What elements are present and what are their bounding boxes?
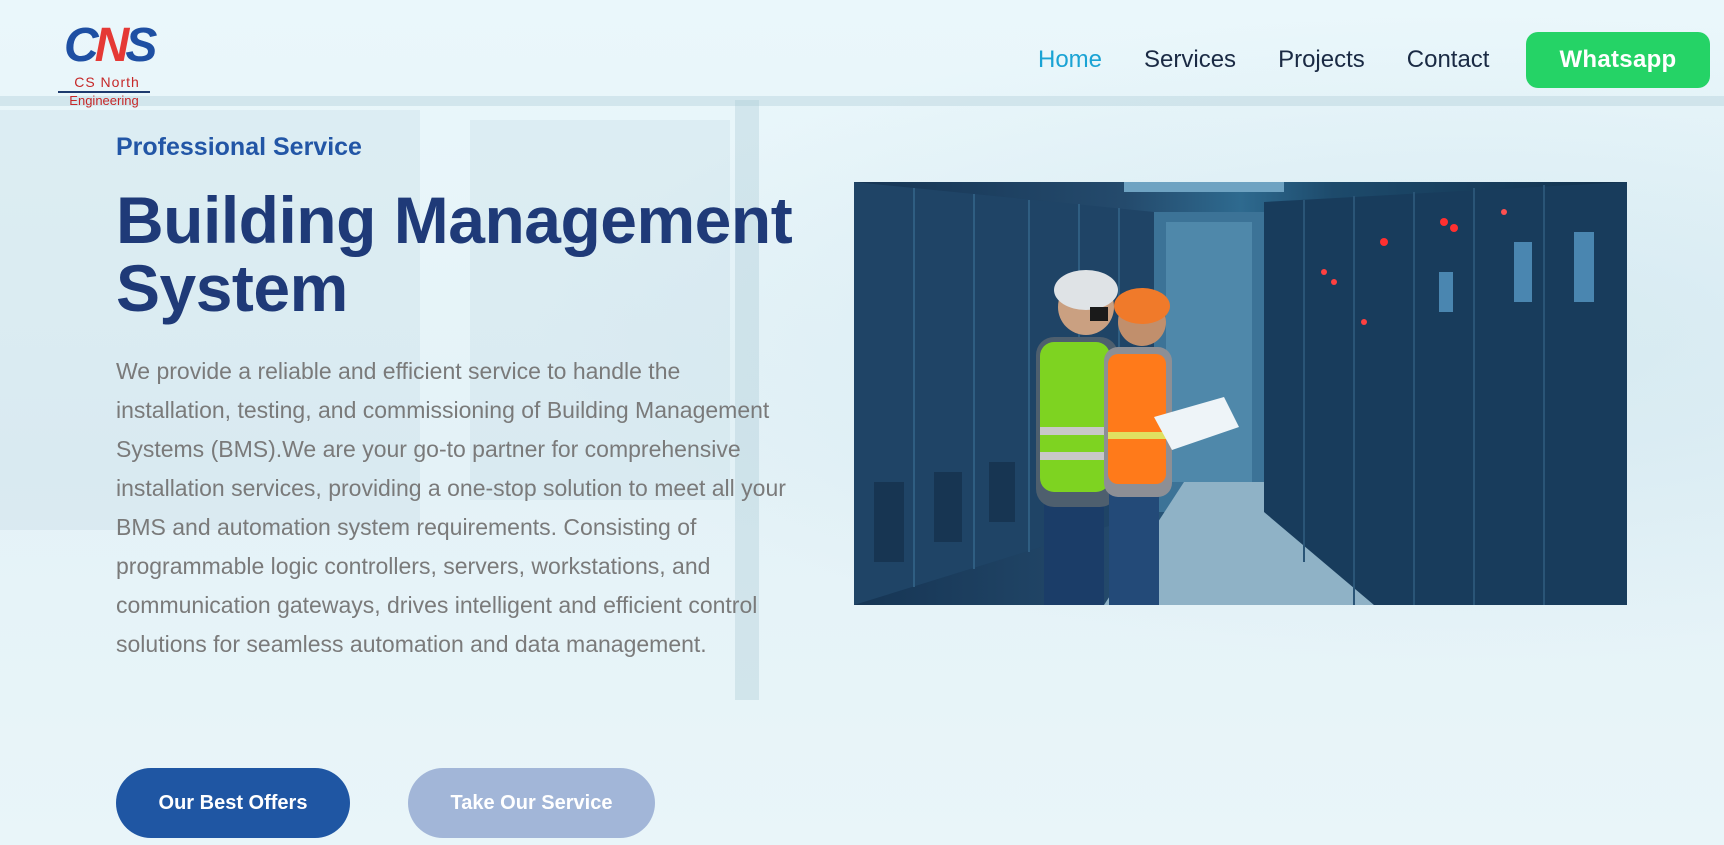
take-our-service-button[interactable]: Take Our Service (408, 768, 655, 838)
nav-projects[interactable]: Projects (1278, 44, 1365, 76)
nav-home[interactable]: Home (1038, 44, 1102, 76)
logo-mark: CNS (64, 19, 157, 72)
our-best-offers-button[interactable]: Our Best Offers (116, 768, 350, 838)
hero-content: Professional Service Building Management… (116, 130, 806, 664)
hero-title-line1: Building Management (116, 183, 793, 257)
hero-title: Building Management System (116, 186, 806, 322)
logo-letter-n: N (94, 19, 130, 72)
site-header: CNS CS North Engineering Home Services P… (0, 0, 1724, 120)
engineers-control-room-photo (854, 182, 1627, 605)
main-nav: Home Services Projects Contact (1038, 44, 1531, 76)
hero-description: We provide a reliable and efficient serv… (116, 358, 786, 657)
right-cabinet-row (1264, 182, 1627, 605)
logo-name-line2: Engineering (69, 93, 139, 108)
brand-logo[interactable]: CNS CS North Engineering (58, 19, 157, 110)
nav-contact[interactable]: Contact (1407, 44, 1490, 76)
logo-name-line1: CS North (74, 74, 140, 90)
ceiling-light (1124, 182, 1284, 192)
control-room-illustration (854, 182, 1627, 605)
logo-letter-s: S (125, 19, 157, 72)
hero-title-line2: System (116, 251, 348, 325)
logo-letter-c: C (64, 19, 99, 72)
hero-eyebrow: Professional Service (116, 133, 362, 161)
nav-services[interactable]: Services (1144, 44, 1236, 76)
whatsapp-button[interactable]: Whatsapp (1526, 32, 1710, 88)
